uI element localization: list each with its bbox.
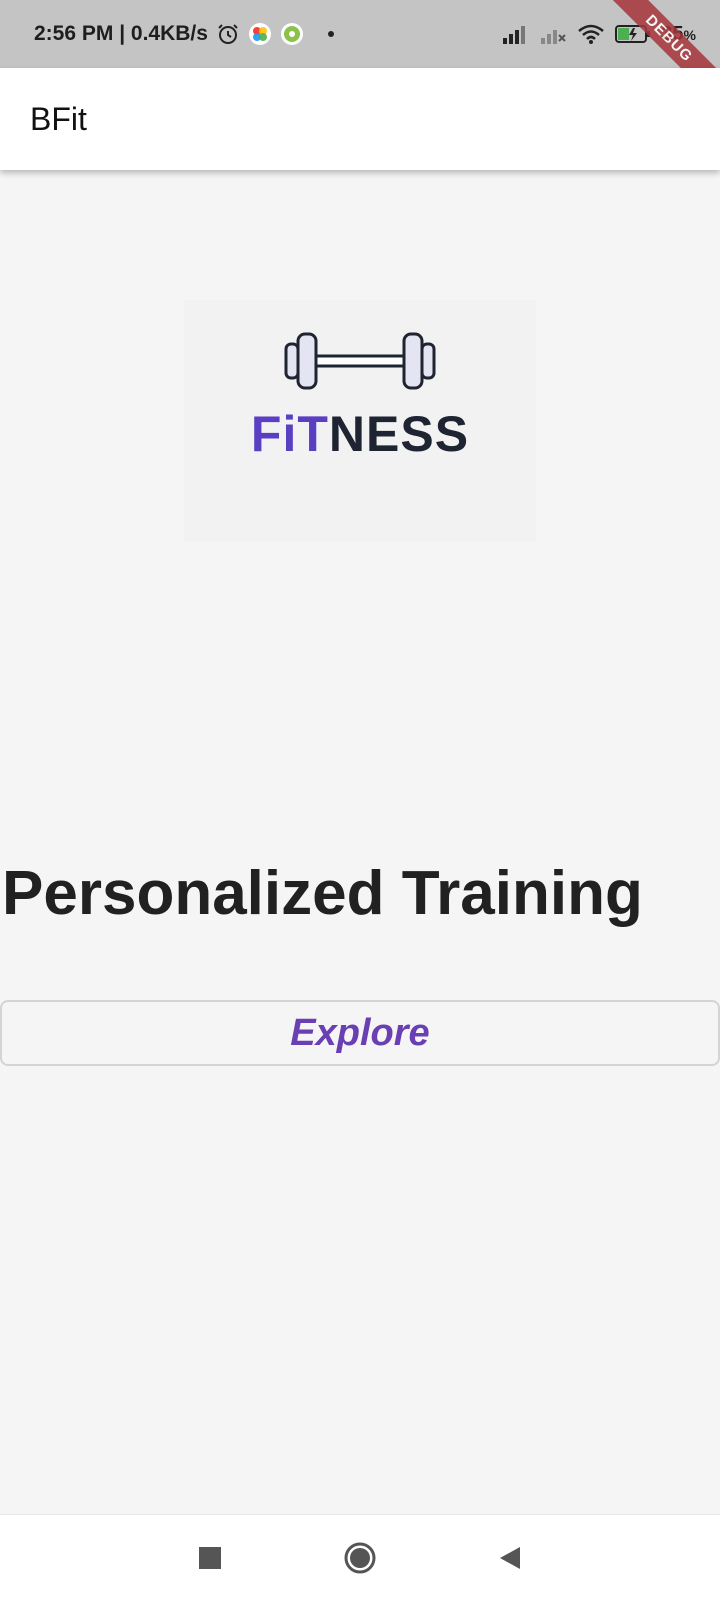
signal-no-service-icon	[539, 23, 567, 45]
dumbbell-icon	[280, 330, 440, 397]
alarm-icon	[216, 22, 240, 46]
wifi-icon	[577, 23, 605, 45]
status-left: 2:56 PM | 0.4KB/s	[34, 22, 334, 46]
system-nav-bar	[0, 1514, 720, 1600]
notification-dot	[327, 31, 334, 37]
home-circle-icon[interactable]	[340, 1538, 380, 1578]
recents-square-icon[interactable]	[190, 1538, 230, 1578]
battery-unit: %	[683, 26, 696, 43]
battery-percent: 35%	[661, 23, 696, 46]
signal-icon	[501, 23, 529, 45]
app-title: BFit	[30, 100, 87, 137]
battery-level: 35	[661, 22, 684, 45]
fitness-logo: FiTNESS	[184, 300, 536, 542]
logo-wordmark: FiTNESS	[251, 405, 469, 463]
logo-word-rest: NESS	[328, 406, 470, 462]
back-triangle-icon[interactable]	[490, 1538, 530, 1578]
explore-button[interactable]: Explore	[0, 1000, 720, 1066]
page-headline: Personalized Training	[2, 859, 643, 928]
status-right: 35%	[501, 23, 696, 46]
battery-charging-icon	[615, 23, 651, 45]
logo-word-accent: FiT	[250, 406, 329, 462]
status-bar: 2:56 PM | 0.4KB/s 35%	[0, 0, 720, 68]
status-time-speed: 2:56 PM | 0.4KB/s	[34, 22, 208, 45]
settings-app-icon	[280, 22, 304, 46]
photos-app-icon	[248, 22, 272, 46]
app-bar: BFit	[0, 68, 720, 170]
